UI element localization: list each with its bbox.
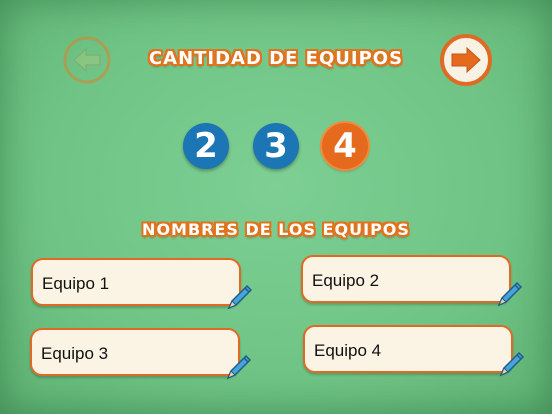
team-count-3-button[interactable]: 3 bbox=[253, 123, 299, 169]
pencil-icon[interactable] bbox=[224, 352, 254, 382]
team-name-value: Equipo 2 bbox=[312, 271, 380, 290]
pencil-icon[interactable] bbox=[497, 349, 527, 379]
pencil-icon[interactable] bbox=[225, 282, 255, 312]
team-count-4-button[interactable]: 4 bbox=[322, 123, 368, 169]
arrow-right-icon bbox=[440, 34, 492, 86]
team-name-value: Equipo 4 bbox=[314, 341, 382, 360]
team-names-heading: NOMBRES DE LOS EQUIPOS bbox=[142, 220, 410, 239]
team-name-field-2[interactable]: Equipo 2 bbox=[301, 255, 523, 307]
team-count-2-button[interactable]: 2 bbox=[183, 123, 229, 169]
next-button[interactable] bbox=[440, 34, 492, 86]
team-name-field-4[interactable]: Equipo 4 bbox=[303, 325, 525, 377]
team-name-value: Equipo 1 bbox=[42, 274, 110, 293]
pencil-icon[interactable] bbox=[495, 279, 525, 309]
team-name-field-3[interactable]: Equipo 3 bbox=[30, 328, 252, 380]
team-name-value: Equipo 3 bbox=[41, 344, 109, 363]
team-name-field-1[interactable]: Equipo 1 bbox=[31, 258, 253, 310]
